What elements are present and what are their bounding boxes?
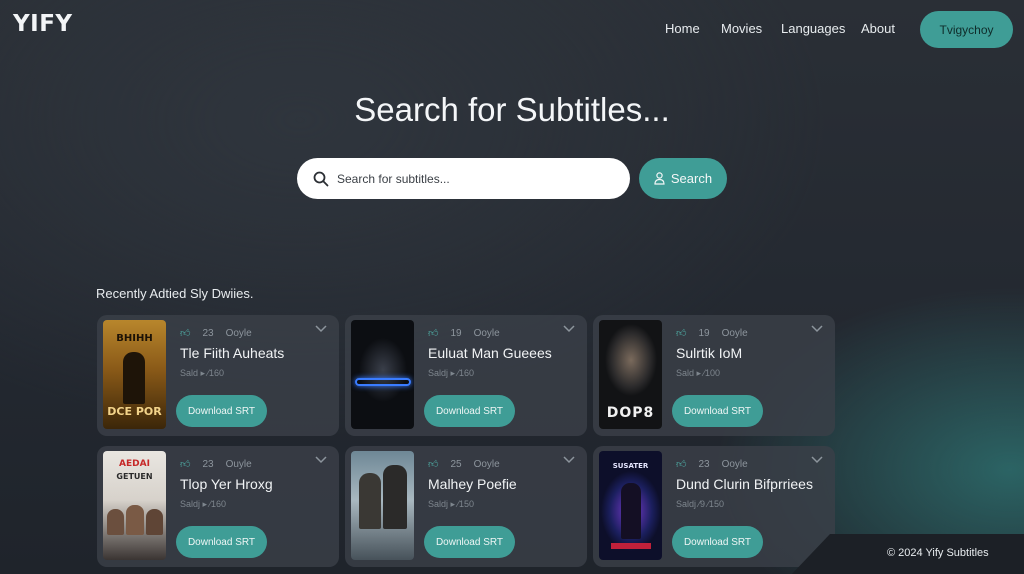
movie-title[interactable]: Tle Fiith Auheats: [180, 345, 284, 361]
poster-title: DCE POR: [107, 405, 162, 418]
card-tag: Ooyle: [473, 458, 500, 470]
chevron-down-icon[interactable]: [563, 456, 575, 464]
subtitle-card[interactable]: DOP8 👍︎ 19 Ooyle Sulrtik IoM Sald ▸ ⁄100…: [593, 315, 835, 436]
thumbs-up-icon: 👍︎: [428, 459, 439, 470]
card-meta: 👍︎ 25 Ooyle: [428, 458, 500, 471]
thumbs-up-icon: 👍︎: [428, 328, 439, 339]
card-tag: Ooyle: [473, 327, 500, 339]
poster-title: BHIHH: [116, 333, 153, 344]
movie-poster[interactable]: DOP8: [599, 320, 662, 429]
card-meta: 👍︎ 19 Ooyle: [428, 327, 500, 340]
download-srt-button[interactable]: Download SRT: [672, 526, 763, 558]
search-button-label: Search: [670, 171, 713, 186]
chevron-down-icon[interactable]: [811, 325, 823, 333]
footer-copyright: © 2024 Yify Subtitles: [887, 547, 989, 559]
thumbs-up-icon: 👍︎: [676, 459, 687, 470]
poster-title: AEDAI: [119, 459, 150, 469]
card-tag: Ooyle: [225, 327, 252, 339]
card-subtitle-info: Saldj ▸ ⁄160: [180, 499, 227, 509]
like-count: 23: [202, 327, 214, 339]
thumbs-up-icon: 👍︎: [676, 328, 687, 339]
movie-poster[interactable]: AEDAI GETUEN: [103, 451, 166, 560]
card-tag: Ooyle: [721, 327, 748, 339]
card-subtitle-info: Saldj ▸ ⁄160: [428, 368, 475, 378]
like-count: 19: [450, 327, 462, 339]
site-logo[interactable]: YIFY: [13, 11, 73, 37]
poster-title: SUSATER: [612, 462, 649, 470]
card-subtitle-info: Saldj ▸ ⁄150: [428, 499, 475, 509]
subtitle-card[interactable]: 👍︎ 19 Ooyle Euluat Man Gueees Saldj ▸ ⁄1…: [345, 315, 587, 436]
nav-movies[interactable]: Movies: [721, 21, 762, 36]
card-subtitle-info: Sald ▸ ⁄160: [180, 368, 225, 378]
chevron-down-icon[interactable]: [563, 325, 575, 333]
card-subtitle-info: Saldj ⁄9 ⁄150: [676, 499, 725, 509]
movie-title[interactable]: Malhey Poefie: [428, 476, 517, 492]
like-count: 19: [698, 327, 710, 339]
nav-cta-button[interactable]: Tvigychoy: [920, 11, 1013, 48]
download-srt-button[interactable]: Download SRT: [176, 395, 267, 427]
chevron-down-icon[interactable]: [315, 325, 327, 333]
movie-title[interactable]: Dund Clurin Bifprriees: [676, 476, 813, 492]
user-icon: [654, 172, 665, 185]
movie-title[interactable]: Sulrtik IoM: [676, 345, 742, 361]
download-srt-button[interactable]: Download SRT: [672, 395, 763, 427]
card-tag: Ooyle: [721, 458, 748, 470]
subtitle-card[interactable]: 👍︎ 25 Ooyle Malhey Poefie Saldj ▸ ⁄150 D…: [345, 446, 587, 567]
section-title: Recently Adtied Sly Dwiies.: [96, 286, 254, 301]
download-srt-button[interactable]: Download SRT: [176, 526, 267, 558]
movie-title[interactable]: Euluat Man Gueees: [428, 345, 552, 361]
nav-about[interactable]: About: [861, 21, 895, 36]
nav-languages[interactable]: Languages: [781, 21, 845, 36]
movie-title[interactable]: Tlop Yer Hroxg: [180, 476, 273, 492]
search-icon: [313, 171, 329, 186]
like-count: 23: [202, 458, 214, 470]
card-subtitle-info: Sald ▸ ⁄100: [676, 368, 721, 378]
chevron-down-icon[interactable]: [811, 456, 823, 464]
like-count: 25: [450, 458, 462, 470]
card-meta: 👍︎ 19 Ooyle: [676, 327, 748, 340]
search-input[interactable]: [337, 171, 607, 186]
like-count: 23: [698, 458, 710, 470]
thumbs-up-icon: 👍︎: [180, 328, 191, 339]
poster-title: DOP8: [606, 405, 655, 421]
subtitle-card[interactable]: BHIHH DCE POR 👍︎ 23 Ooyle Tle Fiith Auhe…: [97, 315, 339, 436]
card-meta: 👍︎ 23 Ooyle: [676, 458, 748, 471]
movie-poster[interactable]: [351, 451, 414, 560]
download-srt-button[interactable]: Download SRT: [424, 526, 515, 558]
card-meta: 👍︎ 23 Ouyle: [180, 458, 252, 471]
hero-title: Search for Subtitles...: [354, 91, 670, 128]
chevron-down-icon[interactable]: [315, 456, 327, 464]
download-srt-button[interactable]: Download SRT: [424, 395, 515, 427]
nav-home[interactable]: Home: [665, 21, 700, 36]
movie-poster[interactable]: BHIHH DCE POR: [103, 320, 166, 429]
card-meta: 👍︎ 23 Ooyle: [180, 327, 252, 340]
search-button[interactable]: Search: [639, 158, 727, 199]
subtitle-card[interactable]: SUSATER 👍︎ 23 Ooyle Dund Clurin Bifprrie…: [593, 446, 835, 567]
subtitle-card[interactable]: AEDAI GETUEN 👍︎ 23 Ouyle Tlop Yer Hroxg …: [97, 446, 339, 567]
movie-poster[interactable]: [351, 320, 414, 429]
thumbs-up-icon: 👍︎: [180, 459, 191, 470]
poster-title: GETUEN: [116, 472, 153, 481]
card-tag: Ouyle: [225, 458, 252, 470]
search-box[interactable]: [297, 158, 630, 199]
movie-poster[interactable]: SUSATER: [599, 451, 662, 560]
